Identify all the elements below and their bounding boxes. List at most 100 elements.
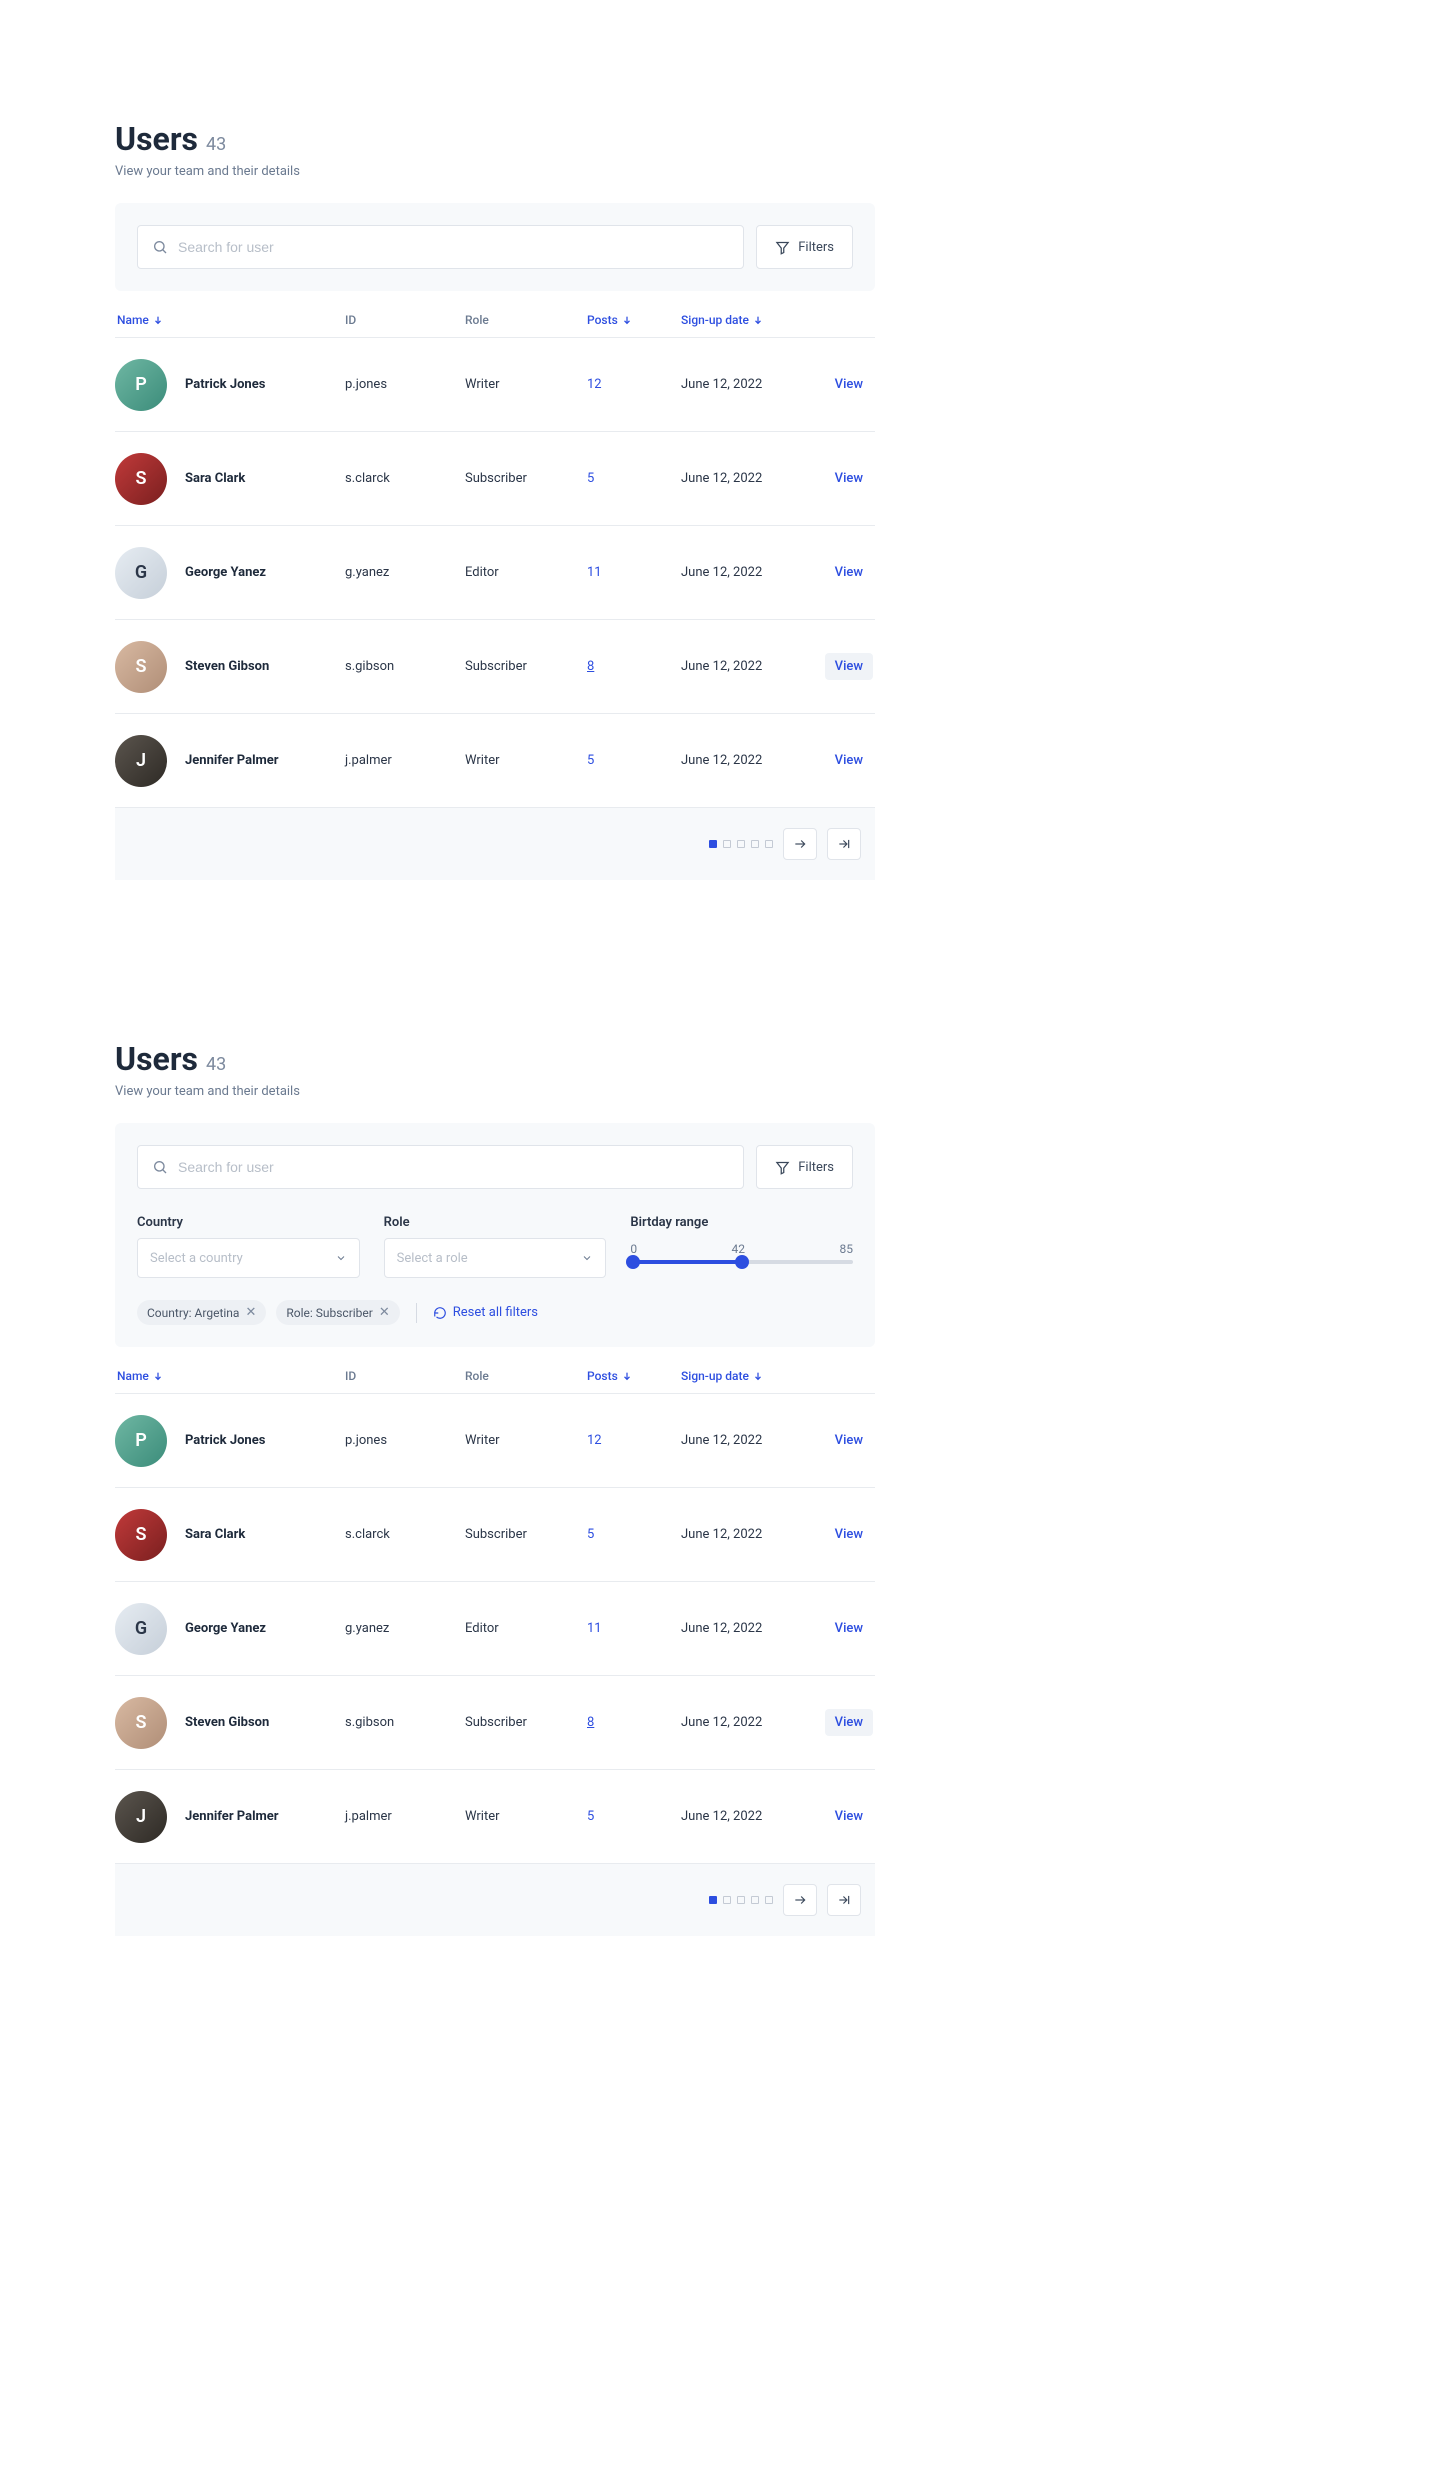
view-button[interactable]: View: [825, 465, 873, 492]
page-dot[interactable]: [737, 840, 745, 848]
sort-icon: [622, 315, 632, 325]
next-page-button[interactable]: [783, 1884, 817, 1916]
col-date[interactable]: Sign-up date: [681, 1369, 811, 1383]
search-input[interactable]: [178, 239, 729, 255]
user-posts[interactable]: 5: [587, 753, 681, 768]
user-signup-date: June 12, 2022: [681, 1527, 811, 1542]
col-date[interactable]: Sign-up date: [681, 313, 811, 327]
sort-icon: [753, 1371, 763, 1381]
user-posts[interactable]: 11: [587, 565, 681, 580]
view-button[interactable]: View: [825, 559, 873, 586]
page-dot[interactable]: [709, 840, 717, 848]
page-title: Users: [115, 1040, 198, 1078]
user-id: p.jones: [345, 377, 465, 392]
birthday-slider[interactable]: 0 42 85: [630, 1238, 853, 1264]
user-name: Steven Gibson: [185, 659, 269, 674]
col-posts[interactable]: Posts: [587, 313, 681, 327]
user-posts[interactable]: 8: [587, 1715, 681, 1730]
arrow-right-icon: [793, 1893, 807, 1907]
table-row: JJennifer Palmerj.palmerWriter5June 12, …: [115, 1770, 875, 1864]
filters-button[interactable]: Filters: [756, 1145, 853, 1189]
filter-chip-country[interactable]: Country: Argetina ✕: [137, 1300, 266, 1325]
pagination: [115, 808, 875, 880]
user-signup-date: June 12, 2022: [681, 753, 811, 768]
name-cell: GGeorge Yanez: [115, 547, 345, 599]
view-button[interactable]: View: [825, 1803, 873, 1830]
user-id: s.gibson: [345, 1715, 465, 1730]
country-select[interactable]: Select a country: [137, 1238, 360, 1278]
user-id: s.gibson: [345, 659, 465, 674]
col-role: Role: [465, 313, 587, 327]
name-cell: G George Yanez: [115, 1603, 345, 1655]
user-posts[interactable]: 12: [587, 377, 681, 392]
col-name[interactable]: Name: [115, 1369, 345, 1383]
col-name[interactable]: Name: [115, 313, 345, 327]
view-button[interactable]: View: [825, 371, 873, 398]
last-page-button[interactable]: [827, 1884, 861, 1916]
page-dot[interactable]: [765, 840, 773, 848]
page-dot[interactable]: [723, 1896, 731, 1904]
sort-icon: [622, 1371, 632, 1381]
last-page-button[interactable]: [827, 828, 861, 860]
user-role: Writer: [465, 753, 587, 768]
page-dot[interactable]: [751, 1896, 759, 1904]
next-page-button[interactable]: [783, 828, 817, 860]
action-cell: View: [811, 653, 873, 680]
user-posts[interactable]: 5: [587, 471, 681, 486]
birthday-label: Birtday range: [630, 1215, 853, 1230]
user-name: Patrick Jones: [185, 1433, 265, 1448]
slider-handle-min[interactable]: [626, 1255, 640, 1269]
user-id: p.jones: [345, 1433, 465, 1448]
action-cell: View: [811, 1521, 873, 1548]
avatar: S: [115, 1509, 167, 1561]
user-signup-date: June 12, 2022: [681, 1621, 811, 1636]
page-dot[interactable]: [765, 1896, 773, 1904]
active-filters: Country: Argetina ✕ Role: Subscriber ✕ R…: [137, 1300, 853, 1325]
view-button[interactable]: View: [825, 1709, 873, 1736]
reset-filters-link[interactable]: Reset all filters: [433, 1305, 538, 1320]
posts-link[interactable]: 8: [587, 659, 594, 674]
filters-button[interactable]: Filters: [756, 225, 853, 269]
filter-chip-role[interactable]: Role: Subscriber ✕: [276, 1300, 399, 1325]
action-cell: View: [811, 1709, 873, 1736]
col-posts[interactable]: Posts: [587, 1369, 681, 1383]
tbody-1: PPatrick Jonesp.jonesWriter12June 12, 20…: [115, 338, 875, 808]
user-posts[interactable]: 5: [587, 1809, 681, 1824]
search-input-wrap[interactable]: [137, 1145, 744, 1189]
user-posts[interactable]: 11: [587, 1621, 681, 1636]
search-input[interactable]: [178, 1159, 729, 1175]
action-cell: View: [811, 1615, 873, 1642]
view-button[interactable]: View: [825, 747, 873, 774]
user-posts[interactable]: 8: [587, 659, 681, 674]
view-button[interactable]: View: [825, 1615, 873, 1642]
page-dot[interactable]: [709, 1896, 717, 1904]
table-row: GGeorge Yanezg.yanezEditor11June 12, 202…: [115, 526, 875, 620]
search-input-wrap[interactable]: [137, 225, 744, 269]
role-select[interactable]: Select a role: [384, 1238, 607, 1278]
user-role: Subscriber: [465, 659, 587, 674]
user-signup-date: June 12, 2022: [681, 471, 811, 486]
user-posts[interactable]: 5: [587, 1527, 681, 1542]
close-icon[interactable]: ✕: [245, 1305, 256, 1320]
user-posts[interactable]: 12: [587, 1433, 681, 1448]
avatar: P: [115, 1415, 167, 1467]
user-name: George Yanez: [185, 1621, 266, 1636]
posts-link[interactable]: 8: [587, 1715, 594, 1730]
avatar: G: [115, 1603, 167, 1655]
action-cell: View: [811, 465, 873, 492]
page-dot[interactable]: [723, 840, 731, 848]
close-icon[interactable]: ✕: [379, 1305, 390, 1320]
user-id: s.clarck: [345, 1527, 465, 1542]
slider-handle-max[interactable]: [735, 1255, 749, 1269]
view-button[interactable]: View: [825, 1427, 873, 1454]
table-row: SSara Clarks.clarckSubscriber5June 12, 2…: [115, 1488, 875, 1582]
user-role: Subscriber: [465, 471, 587, 486]
view-button[interactable]: View: [825, 653, 873, 680]
view-button[interactable]: View: [825, 1521, 873, 1548]
user-role: Writer: [465, 1809, 587, 1824]
arrow-end-icon: [837, 837, 851, 851]
toolbar: Filters: [115, 203, 875, 291]
page-dot[interactable]: [751, 840, 759, 848]
sort-icon: [153, 315, 163, 325]
page-dot[interactable]: [737, 1896, 745, 1904]
